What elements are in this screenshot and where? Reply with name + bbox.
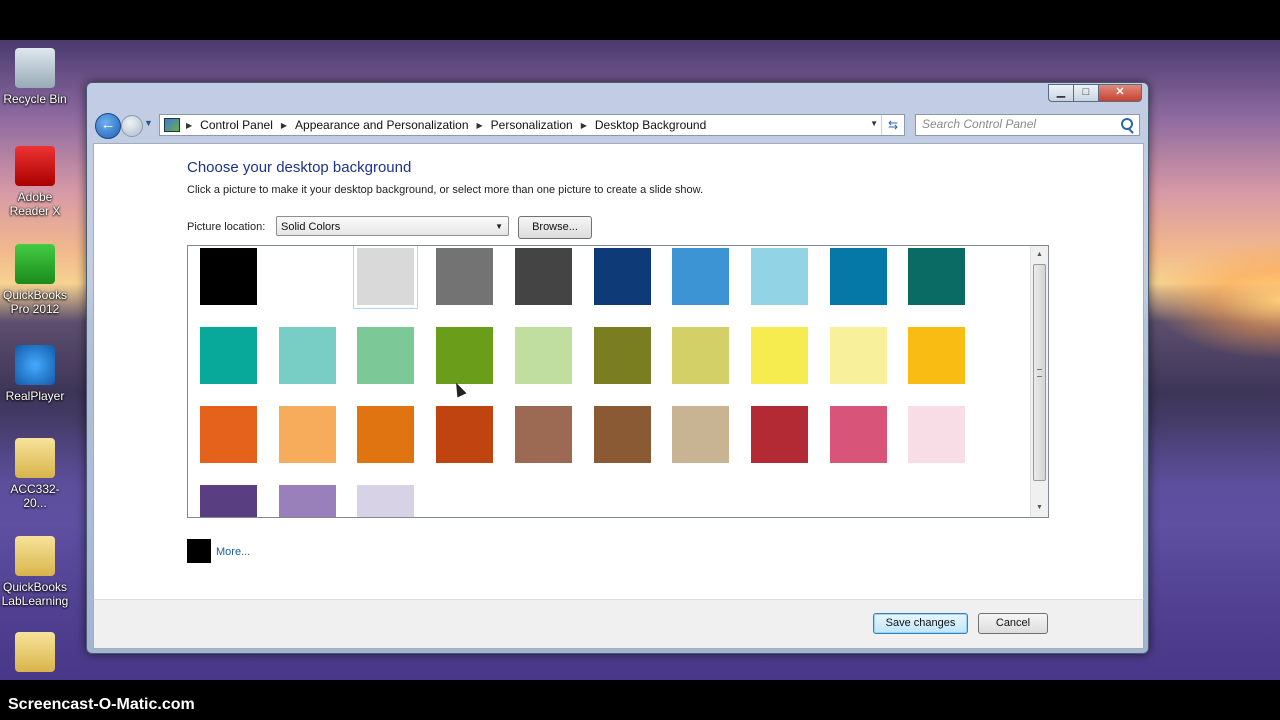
color-swatch[interactable] — [200, 248, 257, 305]
chevron-down-icon: ▼ — [495, 222, 503, 231]
color-swatch[interactable] — [353, 246, 418, 309]
more-colors-link[interactable]: More... — [216, 546, 250, 558]
color-swatch[interactable] — [751, 406, 808, 463]
color-swatch[interactable] — [357, 406, 414, 463]
breadcrumb-separator-icon[interactable]: ▶ — [281, 121, 287, 130]
search-input[interactable] — [916, 115, 1112, 133]
cancel-button[interactable]: Cancel — [978, 613, 1048, 634]
color-swatch[interactable] — [751, 248, 808, 305]
desktop-icon-folder-lablearning[interactable]: QuickBooks LabLearning — [0, 536, 71, 608]
scroll-up-icon[interactable]: ▲ — [1031, 248, 1048, 262]
color-swatch[interactable] — [672, 406, 729, 463]
desktop-icon-folder-acc332[interactable]: ACC332-20... — [0, 438, 71, 510]
color-swatch[interactable] — [200, 327, 257, 384]
desktop-background-window: ▁ □ ✕ ← ▼ ▶ Control Panel ▶ Appearance a… — [86, 82, 1149, 654]
color-swatch[interactable] — [279, 248, 336, 305]
browse-button[interactable]: Browse... — [518, 216, 592, 239]
color-swatch[interactable] — [830, 406, 887, 463]
color-swatch[interactable] — [908, 406, 965, 463]
color-swatch[interactable] — [672, 248, 729, 305]
recycle-bin-icon — [15, 48, 55, 88]
search-box — [915, 114, 1140, 136]
main-content: Choose your desktop background Click a p… — [93, 143, 1144, 600]
color-swatch[interactable] — [200, 485, 257, 517]
history-dropdown-icon[interactable]: ▼ — [144, 118, 153, 128]
refresh-icon[interactable]: ⇆ — [881, 115, 904, 135]
back-button[interactable]: ← — [95, 113, 121, 139]
color-swatch[interactable] — [200, 406, 257, 463]
color-swatch[interactable] — [515, 406, 572, 463]
more-color-swatch[interactable] — [187, 539, 211, 563]
breadcrumb-separator-icon[interactable]: ▶ — [186, 121, 192, 130]
color-swatch[interactable] — [436, 406, 493, 463]
watermark: Screencast-O-Matic.com — [8, 696, 195, 713]
desktop-icon-adobe-reader[interactable]: Adobe Reader X — [0, 146, 71, 218]
save-changes-button[interactable]: Save changes — [873, 613, 968, 634]
color-swatch[interactable] — [830, 248, 887, 305]
picture-location-label: Picture location: — [187, 221, 266, 233]
maximize-button[interactable]: □ — [1074, 84, 1099, 102]
breadcrumb-separator-icon[interactable]: ▶ — [581, 121, 587, 130]
color-swatch[interactable] — [279, 327, 336, 384]
color-swatch[interactable] — [515, 327, 572, 384]
color-swatch[interactable] — [279, 485, 336, 517]
picture-location-value: Solid Colors — [281, 221, 341, 233]
pdf-icon — [15, 146, 55, 186]
scroll-thumb[interactable] — [1033, 264, 1046, 481]
control-panel-icon — [164, 118, 180, 132]
folder-icon — [15, 632, 55, 672]
page-subtitle: Click a picture to make it your desktop … — [187, 184, 704, 196]
desktop-icon-quickbooks[interactable]: QuickBooks Pro 2012 — [0, 244, 71, 316]
color-swatch[interactable] — [357, 327, 414, 384]
color-swatch[interactable] — [830, 327, 887, 384]
page-title: Choose your desktop background — [187, 159, 412, 176]
color-swatch[interactable] — [436, 248, 493, 305]
color-swatch[interactable] — [436, 327, 493, 384]
breadcrumb-appearance[interactable]: Appearance and Personalization — [295, 118, 468, 132]
breadcrumb-desktop-background[interactable]: Desktop Background — [595, 118, 706, 132]
vertical-scrollbar[interactable]: ▲ ▼ — [1030, 246, 1048, 517]
navigation-bar: ← ▼ ▶ Control Panel ▶ Appearance and Per… — [93, 112, 1142, 139]
breadcrumb-separator-icon[interactable]: ▶ — [477, 121, 483, 130]
realplayer-icon — [15, 345, 55, 385]
color-swatch-list: ▲ ▼ — [187, 245, 1049, 518]
color-swatch[interactable] — [357, 485, 414, 517]
color-swatch[interactable] — [279, 406, 336, 463]
breadcrumb-control-panel[interactable]: Control Panel — [200, 118, 273, 132]
folder-icon — [15, 536, 55, 576]
address-bar[interactable]: ▶ Control Panel ▶ Appearance and Persona… — [159, 114, 905, 136]
desktop-icon-folder[interactable] — [0, 632, 71, 676]
color-swatch[interactable] — [672, 327, 729, 384]
dialog-footer: Save changes Cancel — [93, 599, 1144, 649]
address-dropdown-icon[interactable]: ▼ — [870, 119, 878, 128]
forward-button[interactable] — [121, 115, 143, 137]
desktop-icon-realplayer[interactable]: RealPlayer — [0, 345, 71, 403]
color-swatch[interactable] — [908, 248, 965, 305]
color-swatch[interactable] — [594, 406, 651, 463]
scroll-down-icon[interactable]: ▼ — [1031, 501, 1048, 515]
picture-location-select[interactable]: Solid Colors ▼ — [276, 216, 509, 236]
breadcrumb-personalization[interactable]: Personalization — [491, 118, 573, 132]
color-swatch[interactable] — [515, 248, 572, 305]
search-icon[interactable] — [1121, 118, 1133, 130]
color-swatch[interactable] — [594, 327, 651, 384]
color-swatch[interactable] — [594, 248, 651, 305]
color-swatch[interactable] — [751, 327, 808, 384]
letterbox-top — [0, 0, 1280, 40]
close-button[interactable]: ✕ — [1099, 84, 1142, 102]
quickbooks-icon — [15, 244, 55, 284]
minimize-button[interactable]: ▁ — [1048, 84, 1074, 102]
caption-buttons: ▁ □ ✕ — [1048, 84, 1142, 102]
grip-icon — [1037, 369, 1042, 377]
color-swatch[interactable] — [908, 327, 965, 384]
folder-icon — [15, 438, 55, 478]
back-arrow-icon: ← — [100, 116, 116, 133]
desktop-icon-recycle-bin[interactable]: Recycle Bin — [0, 48, 71, 106]
